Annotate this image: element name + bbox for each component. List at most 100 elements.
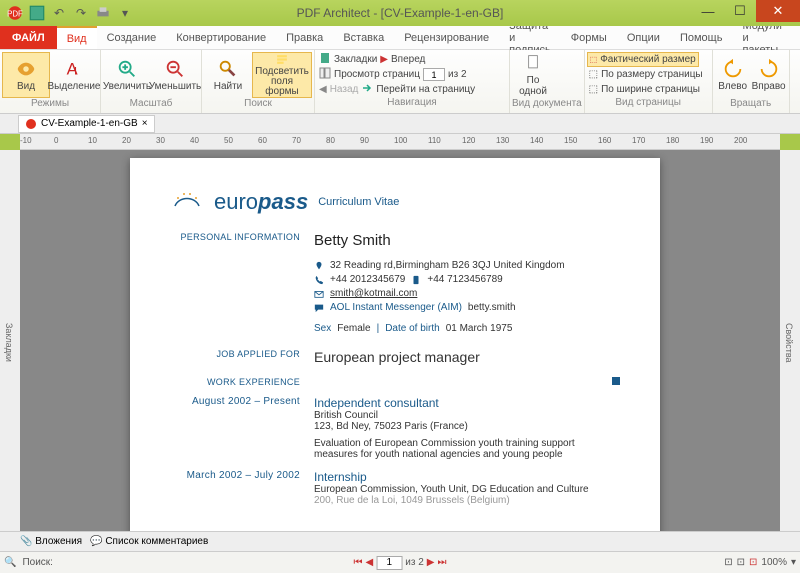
qat-undo-icon[interactable]: ↶ bbox=[50, 4, 68, 22]
svg-text:PDF: PDF bbox=[7, 9, 23, 18]
qat-redo-icon[interactable]: ↷ bbox=[72, 4, 90, 22]
next-page-icon[interactable]: ▶ bbox=[427, 557, 435, 568]
status-page-of: из 2 bbox=[405, 557, 424, 568]
rotate-right-button[interactable]: Вправо bbox=[751, 52, 787, 98]
fit-icon-2[interactable]: ⊡ bbox=[737, 557, 745, 568]
ribbon-group-search: Найти Подсветить поля формы Поиск bbox=[202, 50, 315, 113]
job-label: JOB APPLIED FOR bbox=[170, 349, 300, 365]
ribbon-group-scale: Увеличить Уменьшить Масштаб bbox=[101, 50, 202, 113]
canvas[interactable]: europass Curriculum Vitae PERSONAL INFOR… bbox=[20, 150, 780, 531]
single-page-button[interactable]: По одной bbox=[512, 52, 554, 98]
page-number-input[interactable] bbox=[423, 68, 445, 81]
goto-label[interactable]: Перейти на страницу bbox=[376, 84, 475, 95]
dob-value: 01 March 1975 bbox=[446, 323, 513, 334]
cv-subtitle: Curriculum Vitae bbox=[318, 196, 399, 208]
fit-icon-1[interactable]: ⊡ bbox=[724, 557, 732, 568]
document-tab[interactable]: CV-Example-1-en-GB × bbox=[18, 115, 155, 133]
tab-view[interactable]: Вид bbox=[57, 26, 97, 49]
status-page-input[interactable] bbox=[376, 556, 402, 570]
qat-save-icon[interactable] bbox=[28, 4, 46, 22]
tab-options[interactable]: Опции bbox=[617, 26, 670, 49]
attachments-tab[interactable]: 📎 Вложения bbox=[20, 536, 82, 547]
ribbon-tabs: ФАЙЛ Вид Создание Конвертирование Правка… bbox=[0, 26, 800, 50]
qat-dropdown-icon[interactable]: ▾ bbox=[116, 4, 134, 22]
work-exp-label: WORK EXPERIENCE bbox=[170, 377, 300, 388]
close-button[interactable]: ✕ bbox=[756, 0, 800, 22]
preview-icon[interactable] bbox=[319, 67, 331, 82]
maximize-button[interactable]: ☐ bbox=[724, 0, 756, 22]
europass-logo-icon bbox=[170, 188, 204, 216]
zoom-dropdown-icon[interactable]: ▾ bbox=[791, 557, 796, 568]
mail-icon bbox=[314, 289, 324, 299]
goto-icon[interactable] bbox=[361, 82, 373, 97]
back-icon[interactable]: ◀ bbox=[319, 84, 327, 95]
minimize-button[interactable]: — bbox=[692, 0, 724, 22]
zoom-value: 100% bbox=[761, 557, 787, 568]
tab-protect[interactable]: Защита и подпись bbox=[499, 26, 561, 49]
back-label: Назад bbox=[330, 84, 359, 95]
exp2-addr: 200, Rue de la Loi, 1049 Brussels (Belgi… bbox=[314, 495, 620, 506]
fit-page-button[interactable]: ⬚По размеру страницы bbox=[587, 67, 705, 82]
tab-convert[interactable]: Конвертирование bbox=[166, 26, 276, 49]
search-icon[interactable]: 🔍 bbox=[4, 557, 16, 568]
tab-modules[interactable]: Модули и пакеты bbox=[732, 26, 791, 49]
comments-tab[interactable]: 💬 Список комментариев bbox=[90, 536, 208, 547]
ribbon-group-nav: Закладки ▶Вперед Просмотр страниц из 2 ◀… bbox=[315, 50, 510, 113]
search-label: Поиск: bbox=[22, 557, 53, 568]
bookmarks-icon[interactable] bbox=[319, 52, 331, 67]
ruler-tick: 10 bbox=[88, 136, 97, 145]
actual-size-icon[interactable]: ⊡ bbox=[749, 557, 757, 568]
last-page-icon[interactable]: ⏭ bbox=[437, 557, 446, 568]
select-mode-button[interactable]: AIВыделение bbox=[50, 52, 98, 98]
ruler-tick: 100 bbox=[394, 136, 407, 145]
fit-width-button[interactable]: ⬚По ширине страницы bbox=[587, 82, 702, 97]
single-label: По одной bbox=[513, 75, 553, 97]
preview-label[interactable]: Просмотр страниц bbox=[334, 69, 420, 80]
zoom-in-button[interactable]: Увеличить bbox=[103, 52, 151, 98]
horizontal-ruler: -100102030405060708090100110120130140150… bbox=[20, 134, 780, 150]
email: smith@kotmail.com bbox=[330, 288, 417, 299]
zoom-out-button[interactable]: Уменьшить bbox=[151, 52, 199, 98]
phone1: +44 2012345679 bbox=[330, 274, 405, 285]
ruler-tick: 140 bbox=[530, 136, 543, 145]
rotate-left-button[interactable]: Влево bbox=[715, 52, 751, 98]
tab-review[interactable]: Рецензирование bbox=[394, 26, 499, 49]
rail-label[interactable]: Свойства bbox=[784, 323, 794, 363]
actual-size-button[interactable]: ⬚Фактический размер bbox=[587, 52, 699, 67]
person-name: Betty Smith bbox=[314, 232, 620, 249]
forward-icon[interactable]: ▶ bbox=[380, 54, 388, 65]
window-controls: — ☐ ✕ bbox=[692, 0, 800, 22]
highlight-fields-button[interactable]: Подсветить поля формы bbox=[252, 52, 312, 98]
tab-insert[interactable]: Вставка bbox=[333, 26, 394, 49]
prev-page-icon[interactable]: ◀ bbox=[366, 557, 374, 568]
forward-label[interactable]: Вперед bbox=[391, 54, 425, 65]
ruler-tick: 120 bbox=[462, 136, 475, 145]
qat-print-icon[interactable] bbox=[94, 4, 112, 22]
ruler-tick: 200 bbox=[734, 136, 747, 145]
ribbon: Вид AIВыделение Режимы Увеличить Уменьши… bbox=[0, 50, 800, 114]
ruler-tick: 150 bbox=[564, 136, 577, 145]
exp2-org: European Commission, Youth Unit, DG Educ… bbox=[314, 484, 620, 495]
first-page-icon[interactable]: ⏮ bbox=[354, 557, 363, 568]
ruler-tick: 50 bbox=[224, 136, 233, 145]
view-mode-button[interactable]: Вид bbox=[2, 52, 50, 98]
close-tab-icon[interactable]: × bbox=[142, 118, 148, 129]
tab-forms[interactable]: Формы bbox=[561, 26, 617, 49]
tab-create[interactable]: Создание bbox=[97, 26, 167, 49]
file-tab[interactable]: ФАЙЛ bbox=[0, 26, 57, 49]
tab-activate[interactable]: Активировать / Ре bbox=[792, 26, 800, 49]
bookmarks-label[interactable]: Закладки bbox=[334, 54, 377, 65]
ruler-tick: -10 bbox=[20, 136, 32, 145]
window-title: PDF Architect - [CV-Example-1-en-GB] bbox=[297, 6, 504, 20]
europass-logo-text: europass bbox=[214, 189, 308, 215]
rail-label[interactable]: Закладки bbox=[4, 323, 14, 362]
ribbon-group-pageview: ⬚Фактический размер ⬚По размеру страницы… bbox=[585, 50, 713, 113]
find-button[interactable]: Найти bbox=[204, 52, 252, 98]
zoomout-label: Уменьшить bbox=[149, 81, 201, 92]
exp1-addr: 123, Bd Ney, 75023 Paris (France) bbox=[314, 421, 620, 432]
tab-help[interactable]: Помощь bbox=[670, 26, 733, 49]
doctab-name: CV-Example-1-en-GB bbox=[41, 118, 138, 129]
fitwidth-label: По ширине страницы bbox=[601, 84, 700, 95]
tab-edit[interactable]: Правка bbox=[276, 26, 333, 49]
zoomin-label: Увеличить bbox=[103, 81, 151, 92]
